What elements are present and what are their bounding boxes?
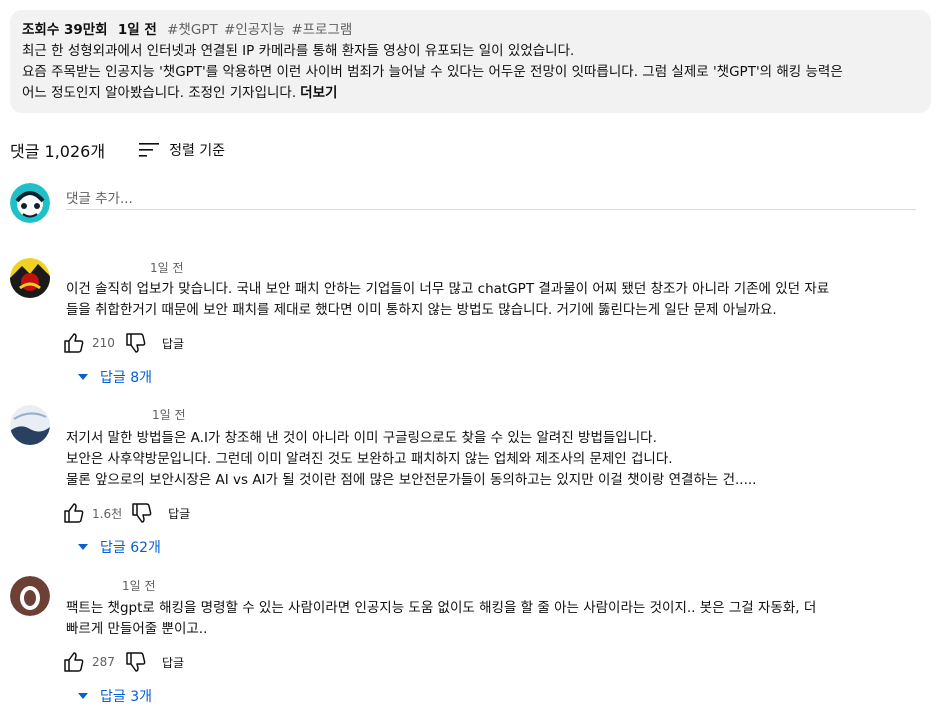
user-avatar-image	[10, 183, 50, 223]
commenter-avatar[interactable]	[10, 258, 50, 298]
add-comment-row: 댓글 추가...	[10, 183, 916, 225]
comment-text-line: 물론 앞으로의 보안시장은 AI vs AI가 될 것이란 점에 많은 보안전문…	[66, 472, 757, 488]
reply-button[interactable]: 답글	[162, 654, 184, 671]
comment-header: 1일 전	[66, 405, 916, 423]
description-text-line: 최근 한 성형외과에서 인터넷과 연결된 IP 카메라를 통해 환자들 영상이 …	[22, 43, 575, 59]
comment-actions: 1.6천 답글	[62, 497, 916, 529]
replies-count: 답글 3개	[100, 689, 152, 705]
reply-button[interactable]: 답글	[168, 505, 190, 522]
dislike-icon[interactable]	[124, 650, 148, 674]
like-count: 1.6천	[92, 506, 123, 521]
dislike-icon[interactable]	[130, 501, 154, 525]
hashtag-link[interactable]: #프로그램	[291, 22, 352, 38]
comment-actions: 287 답글	[62, 646, 916, 678]
user-avatar	[10, 183, 50, 223]
comment-text-line: 빠르게 만들어줄 뿐이고..	[66, 621, 208, 637]
add-comment-input[interactable]: 댓글 추가...	[66, 186, 916, 210]
comment-text: 저기서 말한 방법들은 A.I가 창조해 낸 것이 아니라 이미 구글링으로도 …	[66, 428, 916, 491]
comment-body: 1일 전 이건 솔직히 업보가 맞습니다. 국내 보안 패치 안하는 기업들이 …	[64, 258, 916, 391]
commenter-avatar-image	[10, 258, 50, 298]
comment-count: 댓글 1,026개	[10, 142, 106, 161]
comment-actions: 210 답글	[62, 327, 916, 359]
replies-count: 답글 62개	[100, 540, 161, 556]
chevron-down-icon	[78, 374, 88, 380]
chevron-down-icon	[78, 544, 88, 550]
commenter-avatar-image	[10, 576, 50, 616]
description-meta: 조회수 39만회 1일 전 #챗GPT #인공지능 #프로그램	[22, 20, 919, 41]
comment-text: 팩트는 챗gpt로 해킹을 명령할 수 있는 사람이라면 인공지능 도움 없이도…	[66, 598, 916, 640]
like-count: 287	[92, 655, 115, 669]
comment-time[interactable]: 1일 전	[150, 259, 184, 276]
show-more-button[interactable]: 더보기	[300, 85, 337, 101]
comments-header: 댓글 1,026개 정렬 기준	[10, 135, 225, 165]
comment-text-line: 이건 솔직히 업보가 맞습니다. 국내 보안 패치 안하는 기업들이 너무 많고…	[66, 281, 830, 297]
comment-text-line: 저기서 말한 방법들은 A.I가 창조해 낸 것이 아니라 이미 구글링으로도 …	[66, 430, 657, 446]
replies-count: 답글 8개	[100, 370, 152, 386]
comment-body: 1일 전 저기서 말한 방법들은 A.I가 창조해 낸 것이 아니라 이미 구글…	[64, 405, 916, 561]
description-text-line-last: 어느 정도인지 알아봤습니다. 조정인 기자입니다. 더보기	[22, 83, 919, 104]
view-replies-button[interactable]: 답글 8개	[78, 363, 916, 391]
comment-time[interactable]: 1일 전	[152, 406, 186, 423]
like-icon[interactable]	[62, 650, 86, 674]
sort-icon	[139, 143, 160, 157]
sort-button[interactable]: 정렬 기준	[139, 140, 225, 160]
comment-text: 이건 솔직히 업보가 맞습니다. 국내 보안 패치 안하는 기업들이 너무 많고…	[66, 279, 916, 321]
commenter-avatar[interactable]	[10, 576, 50, 616]
sort-label: 정렬 기준	[169, 143, 226, 159]
comment-body: 1일 전 팩트는 챗gpt로 해킹을 명령할 수 있는 사람이라면 인공지능 도…	[64, 576, 916, 710]
view-count: 조회수 39만회	[22, 22, 108, 38]
video-description[interactable]: 조회수 39만회 1일 전 #챗GPT #인공지능 #프로그램 최근 한 성형외…	[10, 10, 931, 113]
comment-text-line: 보안은 사후약방문입니다. 그런데 이미 알려진 것도 보완하고 패치하지 않는…	[66, 451, 673, 467]
view-replies-button[interactable]: 답글 62개	[78, 533, 916, 561]
like-count: 210	[92, 336, 115, 350]
comment-header: 1일 전	[66, 576, 916, 594]
dislike-icon[interactable]	[124, 331, 148, 355]
like-icon[interactable]	[62, 331, 86, 355]
upload-date: 1일 전	[117, 22, 157, 38]
commenter-avatar[interactable]	[10, 405, 50, 445]
comment-text-line: 들을 취합한거기 때문에 보안 패치를 제대로 했다면 이미 통하지 않는 방법…	[66, 302, 777, 318]
description-text: 어느 정도인지 알아봤습니다. 조정인 기자입니다.	[22, 85, 297, 101]
hashtag-link[interactable]: #챗GPT	[167, 22, 218, 38]
comment-time[interactable]: 1일 전	[122, 577, 156, 594]
comment-text-line: 팩트는 챗gpt로 해킹을 명령할 수 있는 사람이라면 인공지능 도움 없이도…	[66, 600, 817, 616]
commenter-avatar-image	[10, 405, 50, 445]
like-icon[interactable]	[62, 501, 86, 525]
reply-button[interactable]: 답글	[162, 335, 184, 352]
comment-header: 1일 전	[66, 258, 916, 276]
description-text-line: 요즘 주목받는 인공지능 '챗GPT'를 악용하면 이런 사이버 범죄가 늘어날…	[22, 64, 843, 80]
hashtag-link[interactable]: #인공지능	[224, 22, 285, 38]
chevron-down-icon	[78, 693, 88, 699]
view-replies-button[interactable]: 답글 3개	[78, 682, 916, 710]
